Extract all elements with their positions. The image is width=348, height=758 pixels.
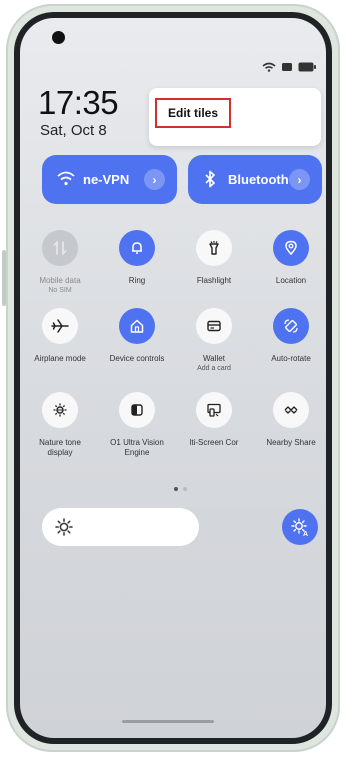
tile-nature-tone-display[interactable]: Nature tone display xyxy=(30,392,90,458)
status-icons xyxy=(262,62,316,72)
tile-ring[interactable]: Ring xyxy=(107,230,167,286)
wallet-icon xyxy=(196,308,232,344)
front-camera xyxy=(52,31,65,44)
bluetooth-expand-chevron-icon[interactable]: › xyxy=(289,169,310,190)
tile-device-controls[interactable]: Device controls xyxy=(107,308,167,364)
mobile-data-icon xyxy=(42,230,78,266)
wifi-icon xyxy=(57,171,75,186)
wifi-expand-chevron-icon[interactable]: › xyxy=(144,169,165,190)
page-indicator xyxy=(174,487,187,491)
tile-label: Nature tone display xyxy=(39,438,81,457)
clock-time: 17:35 xyxy=(38,84,119,121)
auto-brightness-icon: A xyxy=(291,518,308,537)
wifi-tile-label: ne-VPN xyxy=(83,172,130,187)
location-icon xyxy=(273,230,309,266)
wifi-status-icon xyxy=(262,62,276,72)
brightness-fill xyxy=(42,508,200,546)
nature-tone-icon xyxy=(42,392,78,428)
page-dot-active[interactable] xyxy=(174,487,178,491)
brightness-slider[interactable] xyxy=(42,508,304,546)
tile-sublabel: No SIM xyxy=(48,287,72,294)
nearby-share-icon xyxy=(273,392,309,428)
tile-sublabel: Add a card xyxy=(197,365,231,372)
tile-label: Mobile data xyxy=(39,276,81,285)
notification-status-icon xyxy=(282,63,292,71)
bell-icon xyxy=(119,230,155,266)
tile-options-popup: Edit tiles xyxy=(149,88,321,146)
vision-engine-icon xyxy=(119,392,155,428)
tile-wallet[interactable]: Wallet Add a card xyxy=(184,308,244,373)
bluetooth-icon xyxy=(205,170,215,188)
tile-label: Flashlight xyxy=(196,276,232,285)
tile-location[interactable]: Location xyxy=(261,230,321,286)
sun-icon xyxy=(55,518,73,536)
svg-text:A: A xyxy=(303,531,308,537)
tile-label: Nearby Share xyxy=(266,438,316,447)
battery-icon xyxy=(298,62,316,72)
tile-label: Device controls xyxy=(109,354,165,363)
quick-settings-screen: 17:35 Sat, Oct 8 Edit tiles ne-VPN › Blu… xyxy=(20,18,326,738)
home-icon xyxy=(119,308,155,344)
tile-label: lti-Screen Cor xyxy=(189,438,239,447)
auto-brightness-button[interactable]: A xyxy=(282,509,318,545)
tile-vision-engine[interactable]: O1 Ultra Vision Engine xyxy=(107,392,167,458)
tile-label: Location xyxy=(275,276,307,285)
multi-screen-icon xyxy=(196,392,232,428)
clock-date: Sat, Oct 8 xyxy=(40,122,107,139)
wifi-tile[interactable]: ne-VPN › xyxy=(42,155,177,204)
rotate-icon xyxy=(273,308,309,344)
tile-multi-screen-connect[interactable]: lti-Screen Cor xyxy=(184,392,244,448)
bluetooth-tile-label: Bluetooth xyxy=(228,172,289,187)
tile-label: O1 Ultra Vision Engine xyxy=(110,438,164,457)
tile-auto-rotate[interactable]: Auto-rotate xyxy=(261,308,321,364)
edit-tiles-menu-item[interactable]: Edit tiles xyxy=(155,98,231,128)
side-button xyxy=(2,250,6,306)
bluetooth-tile[interactable]: Bluetooth › xyxy=(188,155,322,204)
tile-flashlight[interactable]: Flashlight xyxy=(184,230,244,286)
home-indicator[interactable] xyxy=(122,720,214,723)
airplane-icon xyxy=(42,308,78,344)
tile-mobile-data[interactable]: Mobile data No SIM xyxy=(30,230,90,295)
tile-label: Airplane mode xyxy=(34,354,86,363)
tile-label: Auto-rotate xyxy=(271,354,311,363)
tile-nearby-share[interactable]: Nearby Share xyxy=(261,392,321,448)
tile-label: Ring xyxy=(128,276,146,285)
tile-airplane-mode[interactable]: Airplane mode xyxy=(30,308,90,364)
tile-label: Wallet xyxy=(203,354,225,363)
page-dot[interactable] xyxy=(183,487,187,491)
flashlight-icon xyxy=(196,230,232,266)
